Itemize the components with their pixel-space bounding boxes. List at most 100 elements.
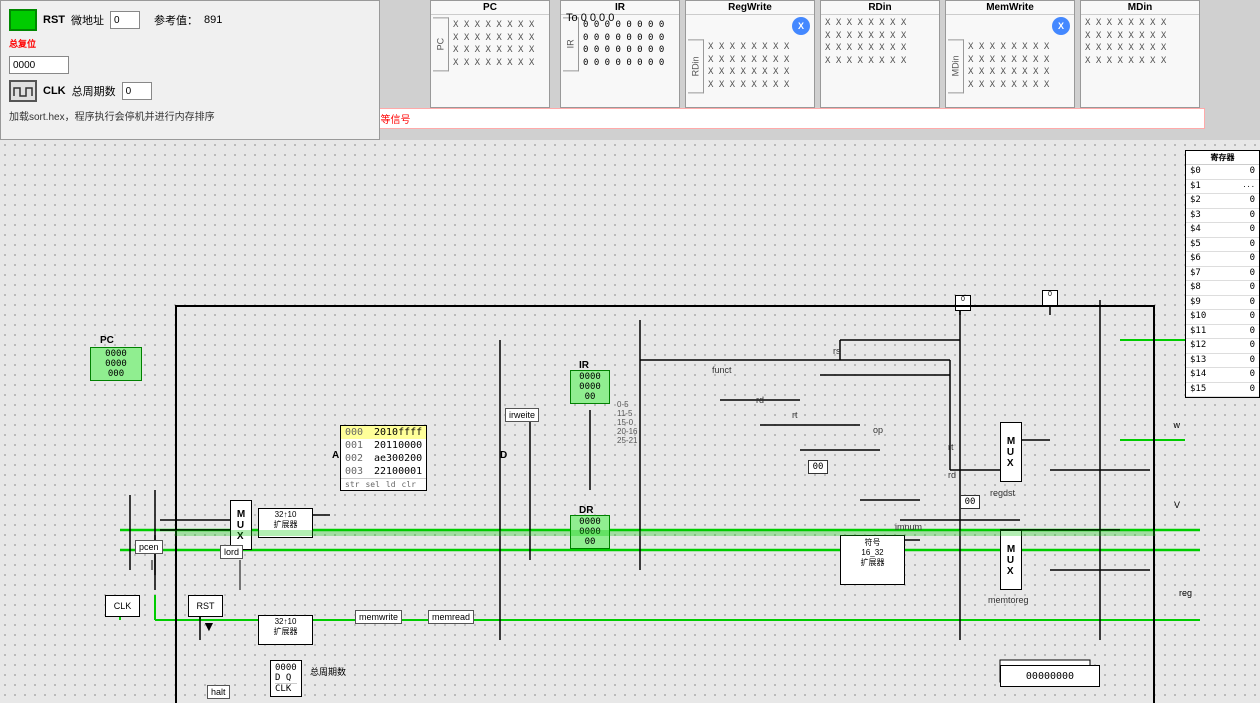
mem-row-3: 003 22100001 xyxy=(341,465,426,478)
rst-arrow: ▼ xyxy=(202,618,216,634)
memwrite-header: MemWrite xyxy=(946,1,1074,15)
clk-icon xyxy=(9,80,37,102)
rst-label: RST xyxy=(43,14,65,26)
addr-display[interactable] xyxy=(9,56,69,74)
reg-row-14: $14 0 xyxy=(1186,368,1259,383)
reg-row-15: $15 0 xyxy=(1186,383,1259,398)
rst-bottom: RST xyxy=(188,595,223,617)
pc-header: PC xyxy=(431,1,549,15)
ir-body: 0 0 0 0 0 0 0 0 0 0 0 0 0 0 0 0 0 0 0 0 … xyxy=(579,17,668,71)
control-panel: RST 微地址 参考值： 891 总复位 CLK 总周期数 加载sort.hex… xyxy=(0,0,380,140)
zero-box2: 00 xyxy=(960,495,980,509)
to-label: To 0 0 0 0 xyxy=(566,12,614,24)
reg-row-9: $9 0 xyxy=(1186,296,1259,311)
dr-value: 0000 0000 00 xyxy=(570,515,610,549)
reg-row-1: $1 ... xyxy=(1186,180,1259,195)
mem-row-highlighted: 000 2010ffff xyxy=(341,426,426,439)
halt-ctrl: halt xyxy=(207,685,230,699)
reg-row-12: $12 0 xyxy=(1186,339,1259,354)
reg-row-13: $13 0 xyxy=(1186,354,1259,369)
micro-addr-label: 微地址 xyxy=(71,12,104,28)
mdin-header: MDin xyxy=(1081,1,1199,15)
expander1: 32↑10扩展器 xyxy=(258,508,313,538)
clk-bottom: CLK xyxy=(105,595,140,617)
rdin-signal-panel: RDin X X X X X X X X X X X X X X X X X X… xyxy=(820,0,940,108)
memwrite-body: X X X X X X X X X X X X X X X X X X X X … xyxy=(964,39,1053,93)
total-cycles-label-bottom: 总周期数 xyxy=(310,665,346,678)
reg-row-6: $6 0 xyxy=(1186,252,1259,267)
bottom-hex-display: 00000000 xyxy=(1000,665,1100,687)
rd-label: rd xyxy=(756,395,764,405)
rst-button[interactable] xyxy=(9,9,37,31)
op-label: op xyxy=(873,425,883,435)
reg-label-bottom: reg xyxy=(1179,588,1192,598)
mux-right2: MUX xyxy=(1000,530,1022,590)
pc-component-label: PC xyxy=(100,335,114,346)
expander2: 32↑10扩展器 xyxy=(258,615,313,645)
mem-row-1: 001 20110000 xyxy=(341,439,426,452)
memread-ctrl: memread xyxy=(428,610,474,624)
total-cycles-label: 总周期数 xyxy=(72,83,116,99)
rt-mux-label: rt xyxy=(948,442,954,452)
ir-value: 0000 0000 00 xyxy=(570,370,610,404)
reg-row-7: $7 0 xyxy=(1186,267,1259,282)
irweite-ctrl: irweite xyxy=(505,408,539,422)
regwrite-x-btn[interactable]: X xyxy=(792,17,810,35)
reg-row-4: $4 0 xyxy=(1186,223,1259,238)
rdin-body: X X X X X X X X X X X X X X X X X X X X … xyxy=(821,15,939,69)
main-circuit-border xyxy=(175,305,1155,703)
rs-label-top: rs xyxy=(833,346,841,356)
mem-controls: str sel ld clr xyxy=(341,478,426,490)
memory-display: 000 2010ffff 001 20110000 002 ae300200 0… xyxy=(340,425,427,491)
pc-signal-panel: PC PC X X X X X X X X X X X X X X X X X … xyxy=(430,0,550,108)
reg-row-5: $5 0 xyxy=(1186,238,1259,253)
reg-row-3: $3 0 xyxy=(1186,209,1259,224)
reset-label: 总复位 xyxy=(9,37,36,50)
reg-file-header: 寄存器 xyxy=(1186,151,1259,165)
reg-row-10: $10 0 xyxy=(1186,310,1259,325)
top-connector1: 0 xyxy=(955,295,971,311)
memwrite-x-btn[interactable]: X xyxy=(1052,17,1070,35)
register-file: 寄存器 $0 0 $1 ... $2 0 $3 0 $4 0 $5 0 $6 0 xyxy=(1185,150,1260,398)
mdin-body: X X X X X X X X X X X X X X X X X X X X … xyxy=(1081,15,1199,69)
clk-label: CLK xyxy=(43,85,66,97)
regwrite-signal-panel: RegWrite X RDin X X X X X X X X X X X X … xyxy=(685,0,815,108)
bit-range1: 0-511-515-020-1625-21 xyxy=(617,400,637,445)
lord-ctrl: lord xyxy=(220,545,243,559)
mem-d-label: D xyxy=(500,450,507,461)
sign-extender: 符号16_32扩展器 xyxy=(840,535,905,585)
mdin-signal-panel: MDin X X X X X X X X X X X X X X X X X X… xyxy=(1080,0,1200,108)
reg-row-11: $11 0 xyxy=(1186,325,1259,340)
rt-label: rt xyxy=(792,410,798,420)
rdin-header: RDin xyxy=(821,1,939,15)
mux-right1: MUX xyxy=(1000,422,1022,482)
reg-row-8: $8 0 xyxy=(1186,281,1259,296)
rd-mux-label: rd xyxy=(948,470,956,480)
pc-value1: 0000 0000 000 xyxy=(90,347,142,381)
mem-a-label: A xyxy=(332,450,339,461)
memwrite-ctrl: memwrite xyxy=(355,610,402,624)
ref-value: 891 xyxy=(204,14,222,26)
memtoreg-label: memtoreg xyxy=(988,595,1029,605)
clk-wave-icon xyxy=(12,84,34,98)
imnum-label: imnum xyxy=(895,522,922,532)
top-connector2: 0 xyxy=(1042,290,1058,306)
pc-body: X X X X X X X X X X X X X X X X X X X X … xyxy=(449,17,538,71)
micro-addr-input[interactable] xyxy=(110,11,140,29)
regwrite-header: RegWrite xyxy=(686,1,814,15)
w-label: w xyxy=(1174,420,1181,430)
total-cycles-input[interactable] xyxy=(122,82,152,100)
regwrite-body: X X X X X X X X X X X X X X X X X X X X … xyxy=(704,39,793,93)
reg-row-2: $2 0 xyxy=(1186,194,1259,209)
pcen-ctrl: pcen xyxy=(135,540,163,554)
circuit-area: PC 0000 0000 000 MUX 32↑10扩展器 32↑10扩展器 0… xyxy=(0,140,1260,703)
funct-label: funct xyxy=(712,365,732,375)
mem-row-2: 002 ae300200 xyxy=(341,452,426,465)
zero-box1: 00 xyxy=(808,460,828,474)
memwrite-signal-panel: MemWrite X MDin X X X X X X X X X X X X … xyxy=(945,0,1075,108)
regdst-label: regdst xyxy=(990,488,1015,498)
reg-row-0: $0 0 xyxy=(1186,165,1259,180)
ref-label: 参考值： xyxy=(154,12,198,28)
v-label: V xyxy=(1174,500,1180,510)
mux1: MUX xyxy=(230,500,252,550)
